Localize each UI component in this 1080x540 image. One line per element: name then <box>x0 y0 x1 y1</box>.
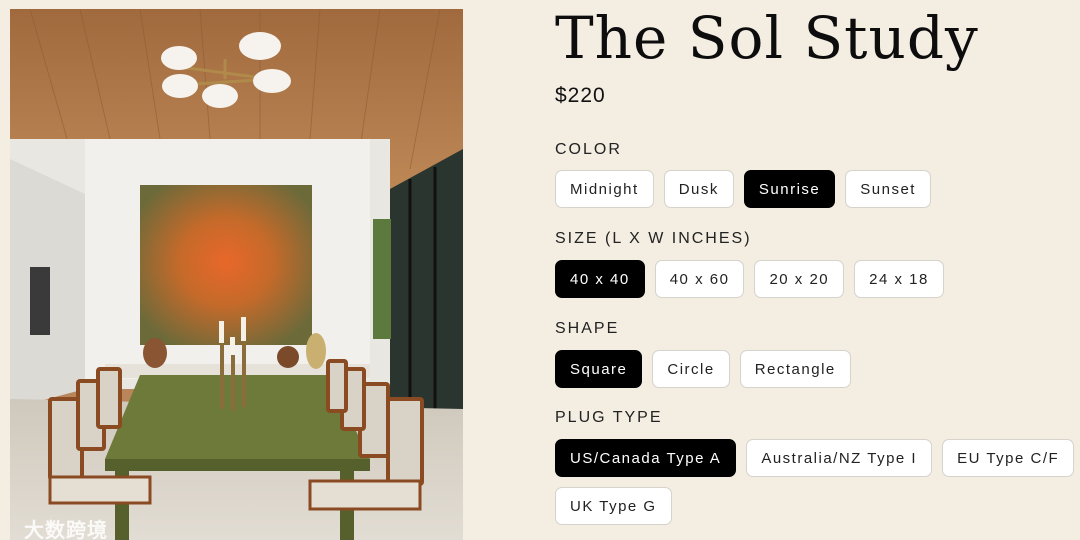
shape-options: Square Circle Rectangle <box>555 350 851 388</box>
product-info-panel: The Sol Study $220 COLOR Midnight Dusk S… <box>555 0 1080 540</box>
plug-option-eu[interactable]: EU Type C/F <box>942 439 1075 477</box>
dining-room-image <box>10 9 463 540</box>
size-option-20x20[interactable]: 20 x 20 <box>754 260 845 298</box>
size-options: 40 x 40 40 x 60 20 x 20 24 x 18 <box>555 260 944 298</box>
color-option-sunset[interactable]: Sunset <box>845 170 931 208</box>
size-option-40x60[interactable]: 40 x 60 <box>654 260 745 298</box>
plug-options-row-2: UK Type G <box>555 487 672 525</box>
size-option-24x18[interactable]: 24 x 18 <box>854 260 944 298</box>
size-option-40x40[interactable]: 40 x 40 <box>555 260 645 298</box>
product-photo: 大数跨境 <box>10 9 463 540</box>
shape-option-square[interactable]: Square <box>555 350 643 388</box>
product-price: $220 <box>555 84 606 107</box>
plug-option-australia-nz[interactable]: Australia/NZ Type I <box>746 439 933 477</box>
color-options: Midnight Dusk Sunrise Sunset <box>555 170 931 208</box>
plug-type-label: PLUG TYPE <box>555 409 663 426</box>
shape-option-rectangle[interactable]: Rectangle <box>739 350 851 388</box>
plug-option-us-canada[interactable]: US/Canada Type A <box>555 439 737 477</box>
product-title: The Sol Study <box>555 4 979 72</box>
size-label: SIZE (L X W INCHES) <box>555 230 752 247</box>
plug-option-uk[interactable]: UK Type G <box>555 487 672 525</box>
shape-label: SHAPE <box>555 320 620 337</box>
color-option-sunrise[interactable]: Sunrise <box>743 170 836 208</box>
color-option-dusk[interactable]: Dusk <box>663 170 734 208</box>
plug-options: US/Canada Type A Australia/NZ Type I EU … <box>555 439 1075 477</box>
shape-option-circle[interactable]: Circle <box>652 350 730 388</box>
color-option-midnight[interactable]: Midnight <box>555 170 654 208</box>
watermark-text: 大数跨境 <box>24 518 108 540</box>
color-label: COLOR <box>555 141 622 158</box>
